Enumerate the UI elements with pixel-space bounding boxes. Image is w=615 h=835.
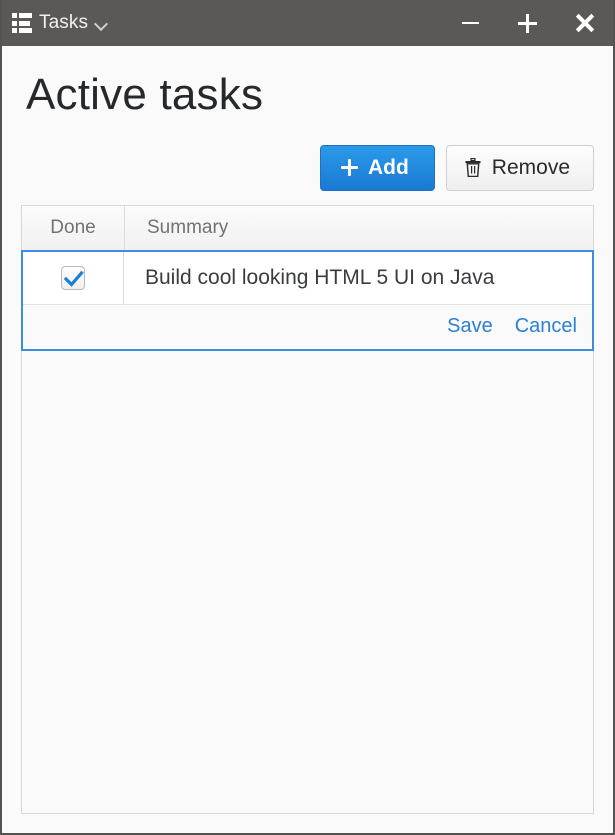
save-link[interactable]: Save [447, 315, 493, 338]
toolbar: Add Remove [21, 144, 594, 191]
window-title: Tasks [39, 12, 89, 33]
done-checkbox[interactable] [61, 265, 85, 290]
trash-icon [465, 158, 481, 178]
remove-button[interactable]: Remove [445, 144, 594, 191]
minimize-icon [462, 22, 479, 24]
tasks-table: Done Summary Build cool looking HTML 5 U… [21, 204, 594, 814]
title-bar[interactable]: Tasks [2, 0, 613, 46]
table-empty-area [22, 350, 593, 813]
maximize-button[interactable] [499, 0, 556, 46]
table-row[interactable]: Build cool looking HTML 5 UI on Java [23, 251, 592, 305]
column-header-summary[interactable]: Summary [125, 206, 593, 250]
add-button-label: Add [367, 155, 409, 179]
cell-done [23, 251, 124, 304]
remove-button-label: Remove [491, 155, 570, 179]
list-icon [12, 13, 32, 33]
column-header-done[interactable]: Done [22, 205, 125, 250]
app-window: Tasks Active tasks Add Remove Done Summa… [0, 0, 615, 835]
chevron-down-icon[interactable] [95, 18, 109, 32]
plus-icon [340, 159, 358, 177]
table-header-row: Done Summary [22, 205, 593, 251]
page-title: Active tasks [26, 70, 264, 119]
window-controls [442, 0, 613, 46]
main-content: Active tasks Add Remove Done Summary Bui… [2, 46, 613, 833]
add-button[interactable]: Add [319, 144, 435, 191]
close-button[interactable] [556, 0, 613, 46]
row-action-bar: Save Cancel [23, 304, 592, 349]
check-icon [64, 270, 84, 287]
cell-summary[interactable]: Build cool looking HTML 5 UI on Java [124, 252, 592, 304]
cancel-link[interactable]: Cancel [515, 315, 577, 338]
table-row-selected[interactable]: Build cool looking HTML 5 UI on Java Sav… [21, 249, 594, 351]
minimize-button[interactable] [442, 0, 499, 46]
